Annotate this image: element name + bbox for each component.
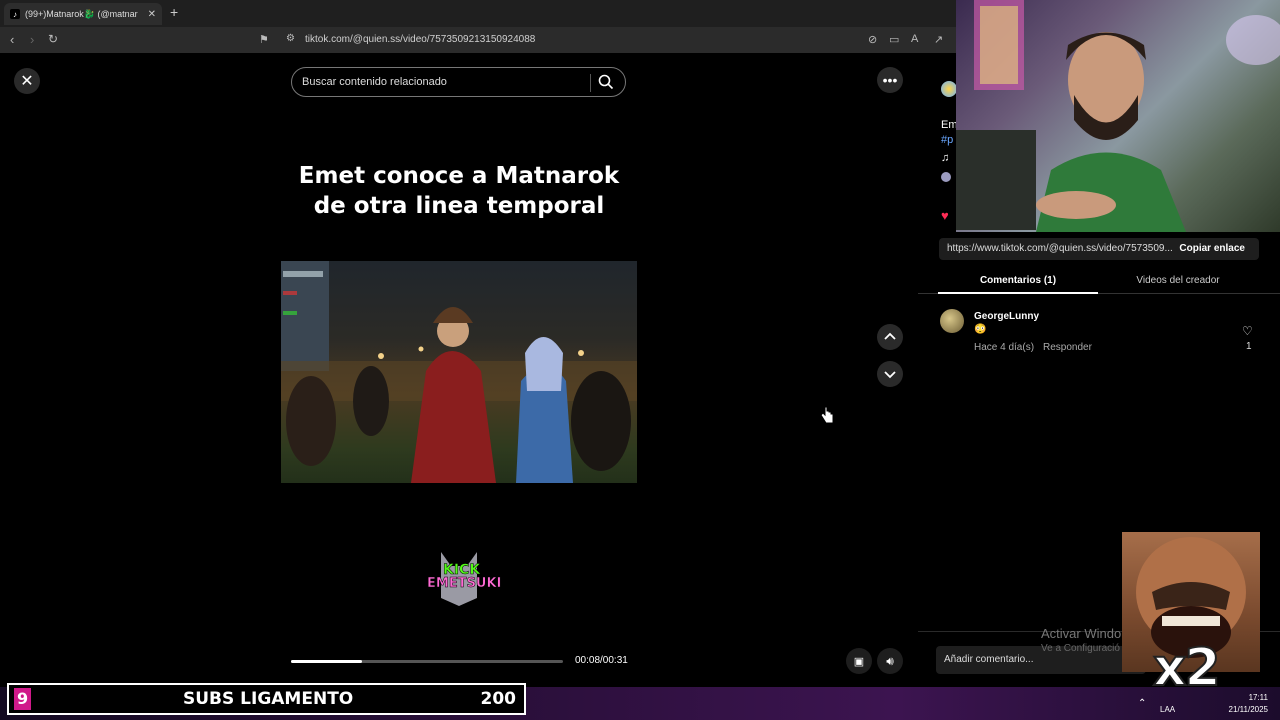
activate-windows-subtitle: Ve a Configuració — [1041, 643, 1120, 654]
site-info-icon[interactable]: ⚙ — [286, 33, 295, 44]
bookmark-icon[interactable]: ⚑ — [259, 33, 269, 46]
video-time: 00:08/00:31 — [575, 655, 628, 666]
comment-author[interactable]: GeorgeLunny — [974, 311, 1039, 322]
new-tab-button[interactable]: + — [170, 4, 178, 20]
video-progress-bar[interactable] — [291, 660, 563, 663]
tab-title: (99+)Matnarok🐉 (@matnar — [25, 8, 138, 19]
subs-goal-value: 200 — [480, 689, 517, 709]
creator-avatar[interactable] — [941, 81, 957, 97]
tab-close-icon[interactable]: ✕ — [148, 9, 156, 20]
caption-line-2: de otra linea temporal — [313, 193, 605, 219]
tiktok-favicon-icon: ♪ — [10, 9, 20, 19]
picture-in-picture-button[interactable]: ▣ — [846, 648, 872, 674]
festival-scene-image — [281, 261, 637, 483]
caption-line-1: Emet conoce a Matnarok — [298, 163, 620, 189]
description-partial-2: #p — [941, 134, 954, 146]
translate-icon[interactable]: A — [911, 33, 918, 45]
active-tab-underline — [938, 292, 1098, 294]
browser-tab[interactable]: ♪ (99+)Matnarok🐉 (@matnar ✕ — [4, 3, 162, 25]
comment-age: Hace 4 día(s) — [974, 342, 1035, 353]
comment-like-count: 1 — [1246, 341, 1252, 352]
logo-text-emetsuki: EMETSUKI — [427, 576, 502, 592]
no-tracking-icon[interactable]: ⊘ — [868, 33, 877, 46]
search-divider — [590, 74, 591, 92]
next-video-button[interactable] — [877, 361, 903, 387]
comment-item: GeorgeLunny 😳 Hace 4 día(s) Responder ♡ … — [940, 309, 1270, 359]
panel-tabs: Comentarios (1) Videos del creador — [918, 268, 1280, 294]
webcam-image — [956, 0, 1280, 232]
streamer-webcam-overlay — [956, 0, 1280, 232]
search-placeholder: Buscar contenido relacionado — [302, 76, 447, 88]
reload-icon[interactable]: ↻ — [48, 32, 58, 46]
forward-icon[interactable]: › — [30, 32, 34, 47]
chevron-down-icon — [884, 371, 896, 379]
volume-icon: 🔊︎ — [886, 653, 894, 668]
subs-badge: 9 — [14, 688, 32, 710]
video-caption-title: Emet conoce a Matnarok de otra linea tem… — [281, 161, 637, 221]
cast-icon[interactable]: ▭ — [889, 33, 899, 46]
search-related-input[interactable]: Buscar contenido relacionado — [291, 67, 626, 97]
video-frame — [281, 261, 637, 483]
subs-goal-label: SUBS LIGAMENTO — [183, 689, 354, 709]
share-link-box: https://www.tiktok.com/@quien.ss/video/7… — [939, 238, 1259, 260]
share-link-text[interactable]: https://www.tiktok.com/@quien.ss/video/7… — [947, 243, 1175, 254]
tab-comments[interactable]: Comentarios (1) — [938, 275, 1098, 286]
tray-language[interactable]: LAA — [1160, 705, 1175, 714]
screen: { "browser": { "tab_title": "(99+)Matnar… — [0, 0, 1280, 720]
share-icon[interactable]: ↗ — [934, 33, 943, 46]
tray-chevron-up-icon[interactable]: ⌃ — [1138, 698, 1146, 709]
like-heart-icon[interactable]: ♥ — [941, 208, 949, 223]
activate-windows-title: Activar Windo — [1041, 626, 1122, 641]
chevron-up-icon — [884, 332, 896, 340]
volume-button[interactable]: 🔊︎ — [877, 648, 903, 674]
search-icon[interactable] — [597, 73, 615, 91]
tray-clock-time[interactable]: 17:11 — [1230, 693, 1268, 702]
more-icon: ••• — [882, 72, 898, 88]
url-field[interactable]: tiktok.com/@quien.ss/video/7573509213150… — [305, 34, 535, 45]
close-icon: ✕ — [20, 73, 34, 90]
back-icon[interactable]: ‹ — [10, 32, 14, 47]
music-disc-icon — [941, 172, 951, 182]
avatar[interactable] — [940, 309, 964, 333]
more-options-button[interactable]: ••• — [877, 67, 903, 93]
previous-video-button[interactable] — [877, 324, 903, 350]
subs-goal-bar: 9 SUBS LIGAMENTO 200 — [7, 683, 526, 715]
progress-fill — [291, 660, 362, 663]
copy-link-button[interactable]: Copiar enlace — [1179, 243, 1245, 254]
video-player[interactable]: Buscar contenido relacionado Emet conoce… — [281, 53, 637, 687]
music-partial: ♫ — [941, 152, 950, 164]
comment-text: 😳 — [974, 324, 987, 335]
floating-player-icon: ▣ — [853, 655, 865, 668]
tray-clock-date[interactable]: 21/11/2025 — [1222, 705, 1268, 714]
tab-creator-videos[interactable]: Videos del creador — [1098, 275, 1258, 286]
hand-cursor-icon — [820, 406, 834, 424]
add-comment-placeholder: Añadir comentario... — [944, 654, 1034, 665]
comment-like-icon[interactable]: ♡ — [1242, 324, 1253, 338]
reply-button[interactable]: Responder — [1043, 342, 1092, 353]
kick-emetsuki-logo: KICK EMETSUKI — [421, 548, 502, 608]
close-video-button[interactable]: ✕ — [14, 68, 40, 94]
